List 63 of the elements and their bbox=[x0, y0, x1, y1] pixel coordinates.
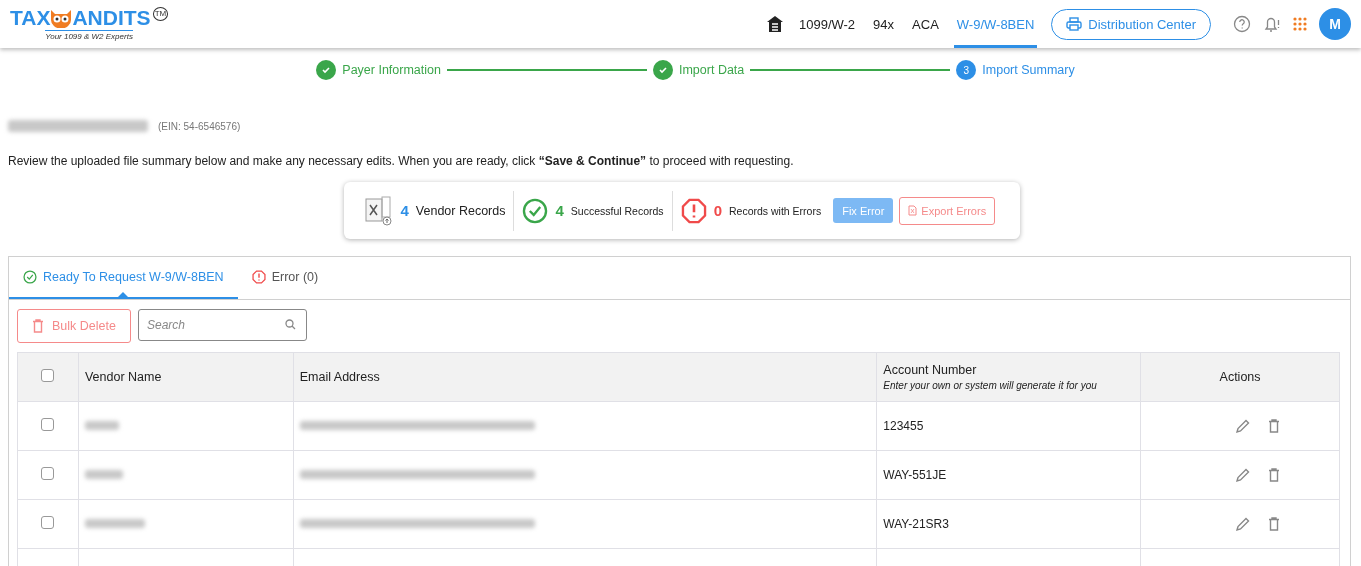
trash-icon[interactable] bbox=[1267, 516, 1280, 531]
home-icon[interactable] bbox=[765, 15, 784, 33]
step-label: Import Summary bbox=[982, 63, 1075, 77]
row-checkbox[interactable] bbox=[41, 418, 55, 431]
printer-icon bbox=[1066, 17, 1083, 31]
record-count: 4 bbox=[400, 202, 409, 219]
apps-grid-icon[interactable] bbox=[1293, 17, 1307, 31]
search-field[interactable]: Search bbox=[138, 309, 307, 341]
bell-icon[interactable] bbox=[1263, 15, 1281, 33]
owl-icon bbox=[50, 7, 73, 28]
nav-tab[interactable]: 94x bbox=[870, 0, 898, 48]
alert-octagon-icon bbox=[251, 270, 266, 284]
table-cell: WAY-21SR3 bbox=[876, 499, 1141, 549]
help-icon[interactable] bbox=[1233, 15, 1251, 33]
nav-tab[interactable]: ACA bbox=[909, 0, 942, 48]
column-header: Vendor Name bbox=[84, 370, 163, 384]
tab[interactable]: Error (0) bbox=[237, 257, 333, 299]
logo-tagline: Your 1099 & W2 Experts bbox=[45, 30, 133, 41]
column-header: Account Number bbox=[883, 363, 978, 377]
column-header: Email Address bbox=[299, 370, 381, 384]
tab[interactable]: Ready To Request W-9/W-8BEN bbox=[9, 257, 238, 299]
select-all-checkbox[interactable] bbox=[41, 369, 55, 382]
user-avatar[interactable]: M bbox=[1319, 8, 1351, 40]
pencil-icon[interactable] bbox=[1234, 516, 1250, 532]
record-label: Records with Errors bbox=[728, 204, 822, 217]
table-cell: 123455 bbox=[876, 401, 1141, 451]
column-hint: Enter your own or system will generate it for you bbox=[883, 380, 1098, 391]
blurred-vendor-name bbox=[84, 421, 119, 430]
logo-text: TAX bbox=[10, 7, 51, 28]
distribution-center-button[interactable]: Distribution Center bbox=[1051, 8, 1211, 40]
table-cell: WAY-551JE bbox=[876, 450, 1141, 500]
record-label: Successful Records bbox=[570, 204, 664, 217]
file-icon bbox=[908, 205, 918, 216]
pencil-icon[interactable] bbox=[1234, 467, 1250, 483]
export-errors-button[interactable]: Export Errors bbox=[899, 196, 996, 225]
trash-icon[interactable] bbox=[1267, 467, 1280, 482]
check-icon bbox=[658, 65, 668, 75]
row-checkbox[interactable] bbox=[41, 467, 55, 480]
blurred-vendor-name bbox=[84, 519, 145, 528]
step-marker: 3 bbox=[956, 60, 977, 80]
spreadsheet-upload-icon bbox=[363, 194, 394, 227]
record-count: 0 bbox=[713, 202, 722, 219]
trash-icon[interactable] bbox=[1267, 418, 1280, 433]
check-circle-icon bbox=[23, 270, 37, 284]
column-header: Actions bbox=[1218, 370, 1262, 384]
row-checkbox[interactable] bbox=[41, 516, 55, 529]
trash-icon[interactable] bbox=[32, 319, 45, 333]
alert-octagon-icon bbox=[680, 197, 707, 224]
search-icon bbox=[285, 319, 296, 330]
check-circle-icon bbox=[522, 197, 549, 224]
record-label: Vendor Records bbox=[415, 203, 506, 218]
step-label: Payer Information bbox=[342, 63, 441, 77]
record-count: 4 bbox=[555, 202, 564, 219]
step-label: Import Data bbox=[679, 63, 745, 77]
ein-text: (EIN: 54-6546576) bbox=[158, 121, 241, 132]
nav-tab[interactable]: W-9/W-8BEN bbox=[953, 0, 1038, 48]
logo-text: ANDITS bbox=[72, 7, 151, 28]
nav-tab[interactable]: 1099/W-2 bbox=[795, 0, 859, 48]
bulk-delete-button[interactable]: Bulk Delete bbox=[17, 309, 131, 343]
check-icon bbox=[321, 65, 332, 75]
pencil-icon[interactable] bbox=[1234, 418, 1250, 434]
instruction-text: Review the uploaded file summary below and make any necessary edits. When you are ready, click “Save & Continue” to proceed with requesting. bbox=[8, 154, 795, 168]
blurred-vendor-name bbox=[84, 470, 123, 479]
